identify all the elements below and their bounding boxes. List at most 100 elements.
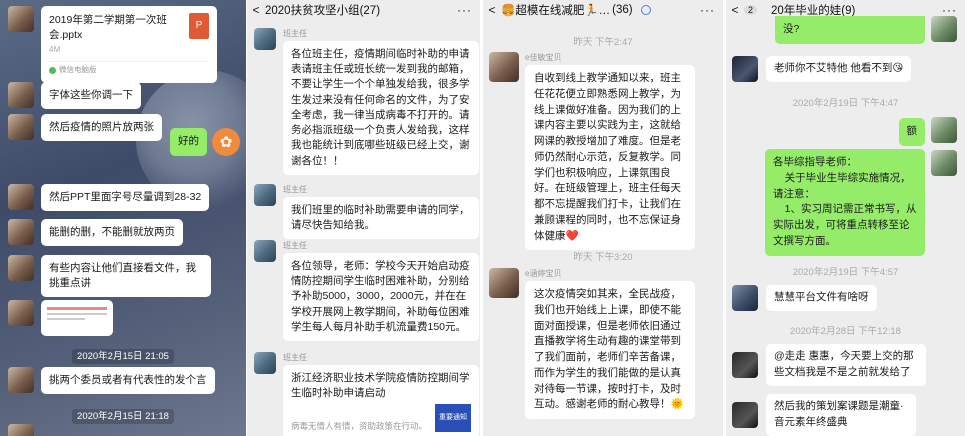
message-bubble[interactable]: 各位领导，老师：学校今天开始启动疫情防控期间学生临时困难补助，分别给予补助500… — [283, 253, 479, 342]
message-row — [8, 424, 34, 436]
message-bubble[interactable]: 这次疫情突如其来，全民战疫，我们也开始线上上课，即使不能面对面授课，但是老师依旧… — [525, 281, 695, 419]
message-bubble[interactable]: @走走 惠惠，今天要上交的那些文档我是不是之前就发给了 — [766, 344, 926, 386]
avatar[interactable] — [489, 52, 519, 82]
chat-title: 2020扶贫攻坚小组(27) — [265, 5, 381, 17]
self-message-row: 额 — [898, 118, 925, 146]
message-bubble[interactable]: 字体这些你调一下 — [41, 82, 141, 110]
message-row: 慧慧平台文件有啥呀 — [732, 285, 877, 311]
link-card-summary: 病毒无情人有情，资助政策在行动。 — [291, 420, 428, 431]
message-bubble[interactable]: 慧慧平台文件有啥呀 — [766, 285, 877, 311]
avatar[interactable] — [732, 285, 758, 311]
link-card-title: 浙江经济职业技术学院疫情防控期间学生临时补助申请启动 — [291, 372, 470, 400]
chat-panel-4: < 2 20年毕业的娃(9) ··· 没? 老师你不艾特他 他看不到😘 2020… — [726, 0, 965, 436]
unread-badge[interactable]: 2 — [744, 5, 758, 15]
message-row: 有些内容让他们直接看文件，我挑重点讲 — [8, 255, 211, 298]
chat-header: < 2020扶贫攻坚小组(27) ··· — [247, 0, 480, 20]
message-bubble[interactable]: 挑两个委员或者有代表性的发个言 — [41, 367, 215, 395]
avatar[interactable] — [8, 367, 34, 393]
message-bubble[interactable]: 老师你不艾特他 他看不到😘 — [766, 56, 912, 82]
avatar[interactable] — [254, 28, 276, 50]
avatar[interactable] — [8, 300, 34, 326]
loading-ring-icon — [640, 5, 651, 15]
message-bubble[interactable]: 然后PPT里面字号尽量调到28-32 — [41, 184, 210, 212]
timestamp: 2020年2月15日 21:18 — [0, 406, 246, 424]
back-arrow-icon[interactable]: < — [726, 3, 744, 17]
message-row: @走走 惠惠，今天要上交的那些文档我是不是之前就发给了 — [732, 344, 926, 386]
avatar[interactable] — [254, 352, 276, 374]
avatar[interactable] — [254, 184, 276, 206]
message-bubble[interactable]: 有些内容让他们直接看文件，我挑重点讲 — [41, 255, 211, 298]
back-arrow-icon[interactable]: < — [247, 3, 265, 17]
sender-name: e佳敏宝贝 — [525, 53, 562, 62]
avatar[interactable] — [489, 268, 519, 298]
self-avatar-flower-icon[interactable]: ✿ — [212, 128, 240, 156]
sender-name: 班主任 — [283, 185, 307, 194]
more-icon[interactable]: ··· — [942, 3, 965, 17]
message-bubble[interactable]: 我们班里的临时补助需要申请的同学，请尽快告知给我。 — [283, 197, 479, 240]
avatar[interactable] — [8, 184, 34, 210]
timestamp: 2020年2月15日 21:05 — [0, 346, 246, 364]
timestamp: 2020年2月19日 下午4:57 — [792, 267, 899, 278]
file-icon-letter: P — [195, 19, 203, 31]
file-size: 4M — [49, 45, 61, 55]
member-count: (36) — [612, 4, 633, 16]
message-row: 然后疫情的照片放两张 — [8, 114, 162, 142]
message-bubble[interactable]: 各位班主任，疫情期间临时补助的申请表请班主任或班长统一发到我的邮箱，不要让学生一… — [283, 41, 479, 175]
message-row: 老师你不艾特他 他看不到😘 — [732, 56, 912, 82]
more-icon[interactable]: ··· — [700, 3, 723, 17]
message-bubble[interactable]: 能删的删，不能删就放两页 — [41, 219, 183, 247]
message-bubble-self[interactable]: 好的 — [170, 128, 207, 156]
message-row: 然后PPT里面字号尽量调到28-32 — [8, 184, 210, 212]
self-message-row: 没? — [775, 16, 925, 44]
message-row: 能删的删，不能删就放两页 — [8, 219, 183, 247]
more-icon[interactable]: ··· — [457, 3, 480, 17]
avatar[interactable] — [8, 6, 34, 32]
file-card[interactable]: 2019年第二学期第一次班会.pptx 4M P 微信电脑版 — [41, 6, 217, 83]
self-avatar[interactable] — [931, 16, 957, 42]
avatar[interactable] — [8, 114, 34, 140]
avatar[interactable] — [254, 240, 276, 262]
timestamp: 昨天 下午3:20 — [573, 252, 633, 263]
pptx-file-icon: P — [189, 13, 209, 39]
avatar[interactable] — [732, 351, 758, 378]
file-name: 2019年第二学期第一次班会.pptx — [49, 14, 167, 41]
avatar[interactable] — [8, 255, 34, 281]
timestamp: 2020年2月28日 下午12:18 — [790, 326, 901, 337]
avatar[interactable] — [732, 401, 758, 428]
avatar[interactable] — [732, 56, 758, 82]
wechat-pc-icon — [49, 66, 56, 74]
thumbnail-label: 重要通知 — [439, 414, 467, 422]
message-bubble[interactable]: 然后我的策划案课题是潮童·音元素年终盛典 — [766, 394, 916, 436]
message-row: 班主任 各位班主任，疫情期间临时补助的申请表请班主任或班长统一发到我的邮箱，不要… — [254, 28, 479, 175]
message-bubble-self[interactable]: 额 — [898, 118, 925, 146]
message-row: e佳敏宝贝 自收到线上教学通知以来，班主任花花便立即熟悉网上教学，为线上课做好准… — [489, 52, 695, 251]
message-row: 班主任 浙江经济职业技术学院疫情防控期间学生临时补助申请启动 病毒无情人有情，资… — [254, 352, 479, 436]
timestamp: 2020年2月19日 下午4:47 — [792, 98, 899, 109]
chat-title: 🍔超模在线减肥🏃‍… — [501, 5, 611, 17]
file-message: 2019年第二学期第一次班会.pptx 4M P 微信电脑版 — [8, 6, 217, 83]
chat-header: < 🍔超模在线减肥🏃‍… (36) ··· — [483, 0, 723, 20]
link-card[interactable]: 浙江经济职业技术学院疫情防控期间学生临时补助申请启动 病毒无情人有情，资助政策在… — [283, 365, 479, 436]
message-row: e涵婷宝贝 这次疫情突如其来，全民战疫，我们也开始线上上课，即使不能面对面授课，… — [489, 268, 695, 419]
message-row: 然后我的策划案课题是潮童·音元素年终盛典 — [732, 394, 916, 436]
message-row: 字体这些你调一下 — [8, 82, 141, 110]
self-message-row: 好的 ✿ — [170, 128, 240, 156]
self-avatar[interactable] — [931, 150, 957, 176]
message-bubble[interactable]: 自收到线上教学通知以来，班主任花花便立即熟悉网上教学，为线上课做好准备。因为我们… — [525, 65, 695, 251]
avatar[interactable] — [8, 219, 34, 245]
message-row — [8, 300, 113, 336]
chat-panel-2: < 2020扶贫攻坚小组(27) ··· 班主任 各位班主任，疫情期间临时补助的… — [247, 0, 480, 436]
message-bubble-self[interactable]: 各毕综指导老师： 关于毕业生毕综实施情况，请注意： 1、实习周记需正常书写，从实… — [765, 149, 925, 256]
link-card-thumbnail: 重要通知 — [435, 404, 471, 433]
sender-name: 班主任 — [283, 29, 307, 38]
message-bubble[interactable]: 然后疫情的照片放两张 — [41, 114, 162, 142]
message-row: 班主任 各位领导，老师：学校今天开始启动疫情防控期间学生临时困难补助，分别给予补… — [254, 240, 479, 342]
avatar[interactable] — [8, 424, 34, 436]
avatar[interactable] — [8, 82, 34, 108]
sender-name: 班主任 — [283, 241, 307, 250]
self-avatar[interactable] — [931, 117, 957, 143]
sender-name: 班主任 — [283, 353, 307, 362]
back-arrow-icon[interactable]: < — [483, 3, 501, 17]
message-bubble-self[interactable]: 没? — [775, 16, 925, 44]
image-message-thumbnail[interactable] — [41, 300, 113, 336]
